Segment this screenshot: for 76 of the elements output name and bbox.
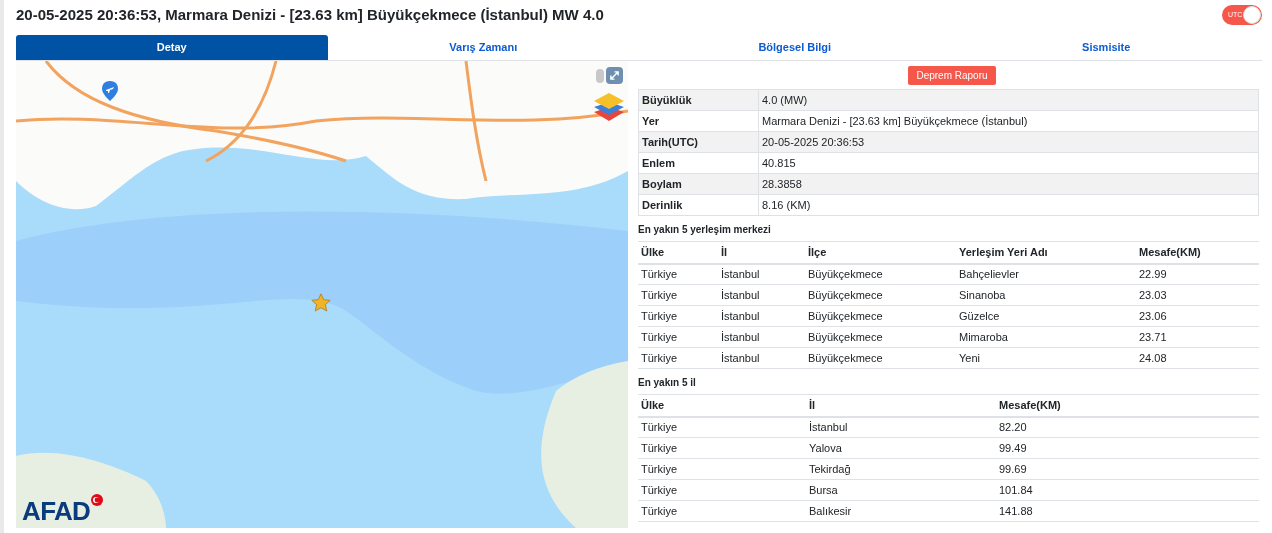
- column-header: İl: [721, 246, 728, 258]
- column-header: Ülke: [641, 399, 665, 411]
- table-cell: 22.99: [1139, 268, 1167, 280]
- table-cell: Türkiye: [641, 330, 678, 343]
- table-cell: Türkiye: [641, 441, 678, 454]
- table-cell: Bursa: [809, 483, 838, 496]
- tab[interactable]: Varış Zamanı: [327, 35, 639, 60]
- table-cell: Türkiye: [641, 483, 678, 496]
- table-cell: İstanbul: [809, 421, 848, 433]
- table-cell: Güzelce: [959, 309, 1000, 322]
- table-cell: İstanbul: [721, 351, 760, 364]
- table-cell: Büyükçekmece: [808, 330, 883, 343]
- layers-icon[interactable]: [594, 93, 624, 121]
- table-cell: Yeni: [959, 351, 980, 364]
- table-cell: 82.20: [999, 421, 1027, 433]
- detail-label: Derinlik: [638, 194, 759, 216]
- column-header: Ülke: [641, 246, 665, 258]
- table-cell: Türkiye: [641, 504, 678, 517]
- table-cell: Büyükçekmece: [808, 288, 883, 301]
- table-cell: Türkiye: [641, 351, 678, 364]
- table-cell: Yalova: [809, 441, 842, 454]
- table-cell: İstanbul: [721, 309, 760, 322]
- table-cell: İstanbul: [721, 330, 760, 343]
- detail-label: Boylam: [638, 173, 759, 195]
- detail-value: 8.16 (KM): [758, 194, 1259, 216]
- detail-label: Yer: [638, 110, 759, 132]
- table-cell: 99.49: [999, 441, 1027, 454]
- detail-label: Büyüklük: [638, 89, 759, 111]
- detail-value: 4.0 (MW): [758, 89, 1259, 111]
- table-cell: Türkiye: [641, 462, 678, 475]
- table-cell: Büyükçekmece: [808, 268, 883, 280]
- detail-value: 28.3858: [758, 173, 1259, 195]
- tab[interactable]: Detay: [16, 35, 328, 60]
- column-header: İl: [809, 399, 816, 411]
- table-cell: 101.84: [999, 483, 1033, 496]
- detail-value: 40.815: [758, 152, 1259, 174]
- expand-icon: [609, 70, 620, 81]
- tab[interactable]: Bölgesel Bilgi: [639, 35, 951, 60]
- table-cell: Büyükçekmece: [808, 351, 883, 364]
- table-cell: 24.08: [1139, 351, 1167, 364]
- table-cell: Sinanoba: [959, 288, 1006, 301]
- fullscreen-button[interactable]: [606, 67, 623, 84]
- table-cell: 23.06: [1139, 309, 1167, 322]
- flag-icon: [91, 494, 104, 506]
- table-cell: 23.03: [1139, 288, 1167, 301]
- column-header: Mesafe(KM): [1139, 246, 1201, 258]
- detail-value: 20-05-2025 20:36:53: [758, 131, 1259, 153]
- page-title: 20-05-2025 20:36:53, Marmara Denizi - [23.63 km] Büyükçekmece (İstanbul) MW 4.0: [16, 4, 604, 25]
- column-header: Yerleşim Yeri Adı: [959, 246, 1048, 258]
- table-cell: Balıkesir: [809, 504, 852, 517]
- column-header: Mesafe(KM): [999, 399, 1061, 411]
- section-title: En yakın 5 yerleşim merkezi: [638, 223, 772, 237]
- section-title: En yakın 5 il: [638, 376, 697, 390]
- report-button[interactable]: Deprem Raporu: [908, 66, 996, 85]
- table-cell: İstanbul: [721, 268, 760, 280]
- table-cell: Bahçelievler: [959, 268, 1019, 280]
- star-icon: [311, 293, 331, 313]
- tab[interactable]: Sismisite: [950, 35, 1262, 60]
- table-cell: Mimaroba: [959, 330, 1008, 343]
- table-cell: Türkiye: [641, 288, 678, 301]
- table-cell: Türkiye: [641, 421, 678, 433]
- table-cell: 23.71: [1139, 330, 1167, 343]
- detail-label: Enlem: [638, 152, 759, 174]
- column-header: İlçe: [808, 246, 827, 258]
- detail-label: Tarih(UTC): [638, 131, 759, 153]
- scroll-handle[interactable]: [596, 69, 604, 83]
- table-cell: Tekirdağ: [809, 462, 851, 475]
- airplane-icon: [102, 81, 118, 101]
- table-cell: Türkiye: [641, 268, 678, 280]
- table-cell: 141.88: [999, 504, 1033, 517]
- table-cell: Büyükçekmece: [808, 309, 883, 322]
- table-cell: 99.69: [999, 462, 1027, 475]
- detail-value: Marmara Denizi - [23.63 km] Büyükçekmece (İstanbul): [758, 110, 1259, 132]
- afad-logo: AFAD: [22, 498, 91, 524]
- table-cell: İstanbul: [721, 288, 760, 301]
- table-cell: Türkiye: [641, 309, 678, 322]
